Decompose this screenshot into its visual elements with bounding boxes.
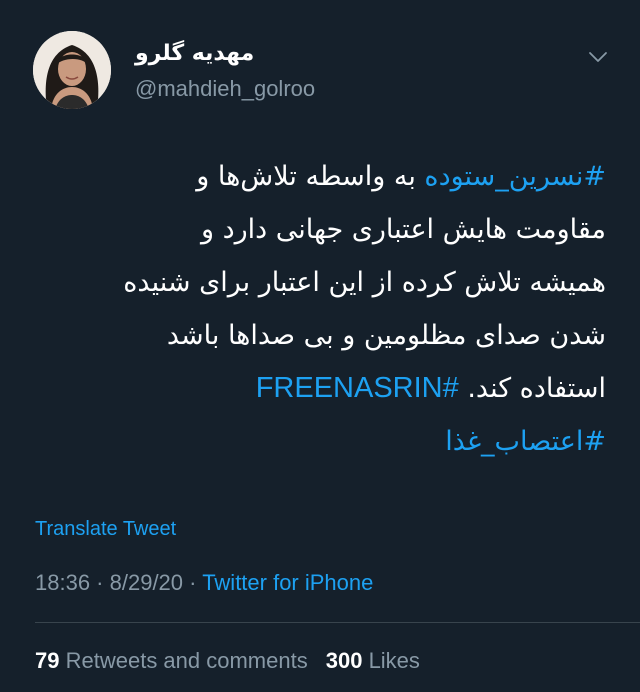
retweets-count: 79: [35, 648, 60, 673]
avatar[interactable]: [33, 31, 111, 109]
profile-photo-icon: [33, 31, 111, 109]
tweet-meta: 18:36 · 8/29/20 · Twitter for iPhone: [35, 570, 373, 596]
hashtag-link[interactable]: #اعتصاب_غذا: [445, 426, 606, 457]
chevron-down-icon[interactable]: [586, 45, 610, 69]
retweets-stat[interactable]: 79 Retweets and comments: [35, 648, 308, 673]
hashtag-link[interactable]: #FREENASRIN: [256, 372, 459, 404]
likes-count: 300: [325, 648, 363, 673]
tweet: مهدیه گلرو @mahdieh_golroo #نسرین_ستوده …: [0, 0, 640, 692]
tweet-line-3: همیشه تلاش کرده از این اعتبار برای شنیده: [123, 267, 606, 298]
retweets-label: Retweets and comments: [65, 648, 308, 673]
tweet-text: استفاده کند.: [458, 373, 606, 404]
tweet-source-link[interactable]: Twitter for iPhone: [202, 570, 373, 595]
meta-separator: ·: [183, 570, 203, 595]
likes-stat[interactable]: 300 Likes: [326, 648, 420, 673]
meta-separator: ·: [90, 570, 110, 595]
tweet-line-6: #اعتصاب_غذا: [30, 415, 606, 468]
tweet-body: #نسرین_ستوده به واسطه تلاش‌ها و مقاومت ه…: [30, 150, 606, 468]
tweet-date: 8/29/20: [109, 570, 184, 595]
translate-tweet-link[interactable]: Translate Tweet: [35, 518, 176, 541]
tweet-time: 18:36: [35, 570, 91, 595]
tweet-text: به واسطه تلاش‌ها و: [196, 161, 425, 192]
tweet-line-2: مقاومت هایش اعتباری جهانی دارد و: [201, 214, 606, 245]
display-name[interactable]: مهدیه گلرو: [135, 40, 254, 68]
user-handle[interactable]: @mahdieh_golroo: [135, 75, 315, 103]
divider: [35, 622, 640, 623]
tweet-line-1: #نسرین_ستوده به واسطه تلاش‌ها و: [30, 150, 606, 203]
tweet-line-5: استفاده کند. #FREENASRIN: [30, 362, 606, 415]
hashtag-link[interactable]: #نسرین_ستوده: [424, 161, 606, 192]
tweet-stats: 79 Retweets and comments 300 Likes: [35, 648, 420, 674]
tweet-line-4: شدن صدای مظلومین و بی صداها باشد: [166, 320, 606, 351]
likes-label: Likes: [368, 648, 420, 673]
